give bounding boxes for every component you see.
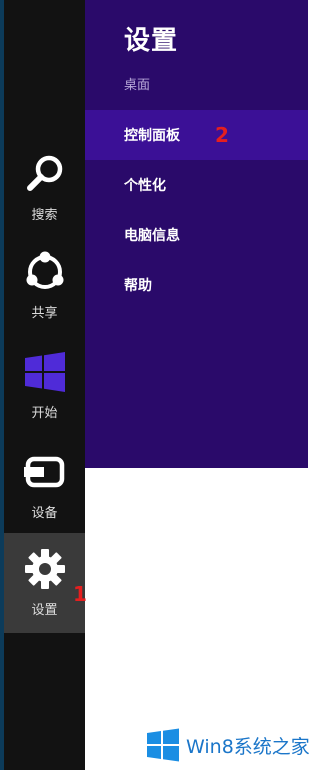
search-icon [23,152,67,196]
menu-item-label: 个性化 [124,178,166,194]
charm-label: 搜索 [31,208,58,223]
step-annotation-2: 2 [215,123,229,147]
gear-icon [23,547,67,591]
windows-logo-icon [146,728,180,762]
devices-icon [23,450,67,494]
settings-panel: 设置 桌面 控制面板 个性化 电脑信息 帮助 [85,0,308,468]
charm-label: 开始 [31,406,58,421]
charm-label: 共享 [31,306,58,321]
charm-start[interactable]: 开始 [4,336,85,436]
charms-bar: 搜索 共享 开始 设备 设置 [0,0,85,770]
menu-item-help[interactable]: 帮助 [85,260,308,310]
charm-search[interactable]: 搜索 [4,138,85,238]
menu-item-label: 电脑信息 [124,228,180,244]
charm-devices[interactable]: 设备 [4,436,85,536]
panel-subtitle: 桌面 [124,78,151,93]
watermark: Win8系统之家 [146,727,310,763]
menu-item-control-panel[interactable]: 控制面板 [85,110,308,160]
step-annotation-1: 1 [73,582,87,606]
panel-title: 设置 [124,26,179,56]
charm-label: 设置 [31,603,58,618]
charm-share[interactable]: 共享 [4,236,85,336]
watermark-text: Win8系统之家 [186,735,310,758]
menu-item-personalization[interactable]: 个性化 [85,160,308,210]
charm-label: 设备 [31,506,58,521]
menu-item-pc-info[interactable]: 电脑信息 [85,210,308,260]
menu-item-label: 帮助 [124,278,152,294]
share-icon [23,250,67,294]
windows-start-icon [23,350,67,394]
menu-item-label: 控制面板 [124,128,180,144]
